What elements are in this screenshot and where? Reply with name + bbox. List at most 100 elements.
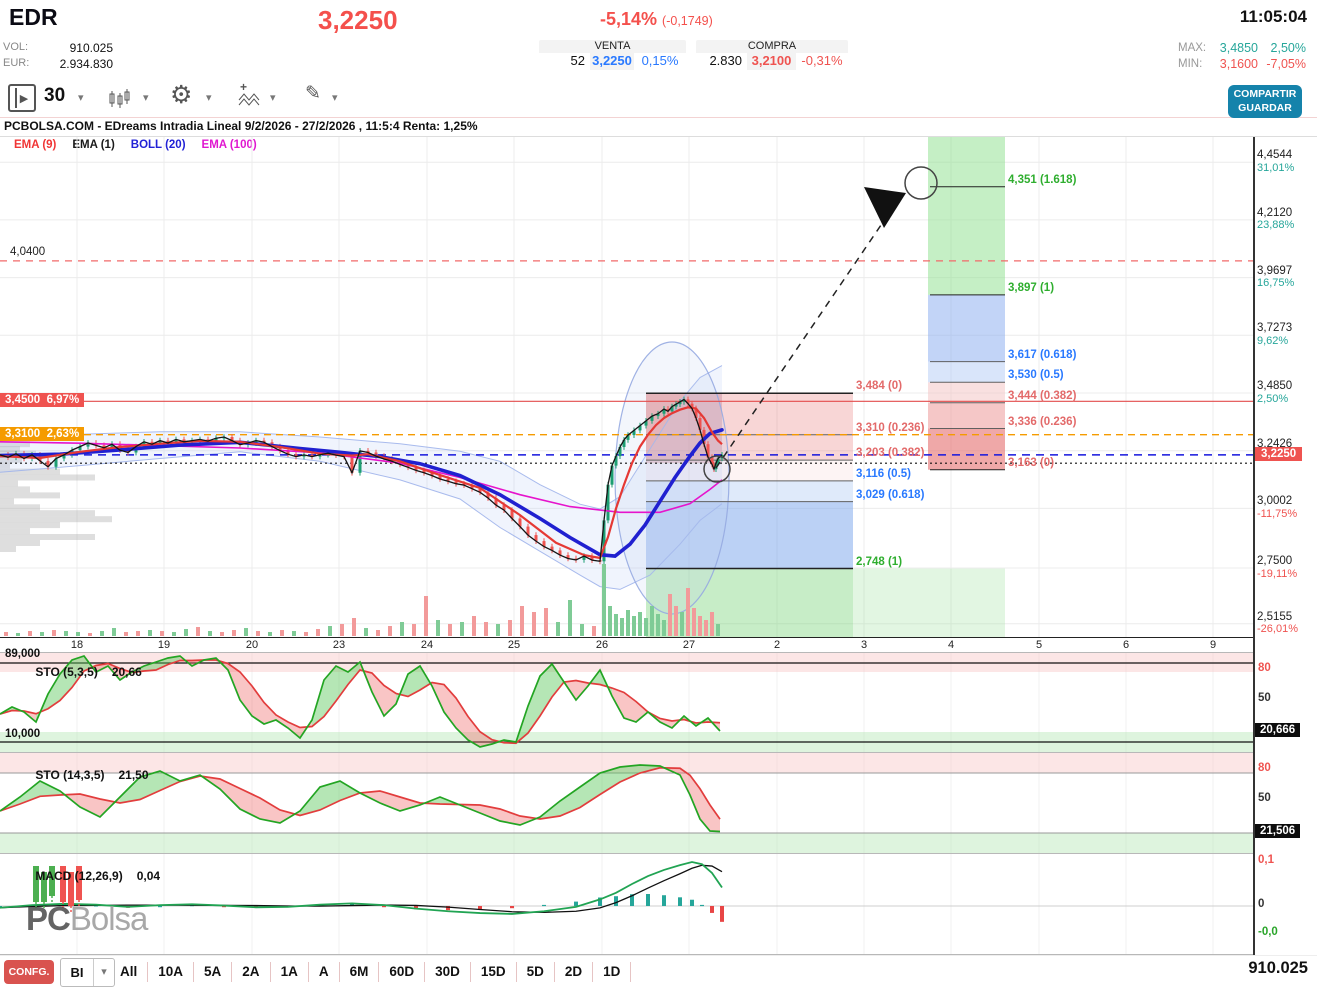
sto2-value: 21,50	[118, 768, 148, 782]
main-chart-canvas[interactable]	[0, 137, 1253, 637]
y-axis-label: 4,454431,01%	[1257, 149, 1294, 174]
compra-panel: COMPRA 2.830 3,2100 -0,31%	[696, 40, 848, 70]
macd-scale-high: 0,1	[1258, 854, 1274, 866]
min-row: MIN: 3,1600 -7,05%	[1178, 57, 1306, 71]
symbol-title: EDR	[9, 4, 58, 31]
last-price: 3,2250	[318, 5, 398, 36]
max-pct: 2,50%	[1258, 41, 1306, 55]
fib-level-label: 3,484 (0)	[856, 380, 902, 392]
clock: 11:05:04	[1233, 7, 1307, 27]
fib-extension-label: 4,351 (1.618)	[1008, 174, 1076, 186]
x-axis-tick: 20	[246, 639, 258, 651]
fib-extension-label: 3,530 (0.5)	[1008, 369, 1064, 381]
chevron-down-icon[interactable]: ▾	[332, 91, 338, 104]
sto2-scale-80: 80	[1258, 762, 1271, 774]
venta-panel: VENTA 52 3,2250 0,15%	[539, 40, 686, 70]
max-label: MAX:	[1178, 41, 1210, 55]
x-axis-tick: 23	[333, 639, 345, 651]
range-button-15d[interactable]: 15D	[471, 962, 517, 982]
x-axis	[0, 637, 1253, 653]
x-axis-tick: 26	[596, 639, 608, 651]
plus-icon: +	[240, 80, 247, 94]
chart-title: PCBOLSA.COM - EDreams Intradia Lineal 9/…	[4, 119, 478, 133]
macd-scale-zero: 0	[1258, 898, 1264, 910]
macd-title: MACD (12,26,9)0,04	[22, 855, 160, 897]
chevron-down-icon[interactable]: ▾	[270, 91, 276, 104]
x-axis-tick: 24	[421, 639, 433, 651]
y-axis-label: 4,212023,88%	[1257, 207, 1294, 232]
config-button[interactable]: CONFG.	[4, 960, 54, 984]
toolbar: ▶ 30 ▾ ▾ ⚙ ▾ + ▾ ✎ ▾	[0, 78, 1317, 118]
x-axis-tick: 5	[1036, 639, 1042, 651]
mode-value: BI	[61, 959, 93, 986]
fib-level-label: 3,116 (0.5)	[856, 468, 911, 480]
range-button-1a[interactable]: 1A	[271, 962, 309, 982]
total-volume: 910.025	[1222, 959, 1308, 978]
x-axis-tick: 27	[683, 639, 695, 651]
draw-pencil-icon[interactable]: ✎	[305, 82, 321, 105]
watermark-pc: PC	[26, 900, 70, 937]
candle-style-button[interactable]	[106, 82, 132, 110]
range-button-60d[interactable]: 60D	[379, 962, 425, 982]
x-axis-tick: 4	[948, 639, 954, 651]
chevron-down-icon[interactable]: ▾	[206, 91, 212, 104]
y-axis-label: 2,7500-19,11%	[1257, 555, 1297, 580]
indicator-panels-canvas[interactable]	[0, 652, 1253, 955]
price-alert-badge: 3,4500 6,97%	[0, 393, 84, 407]
interval-value[interactable]: 30	[44, 85, 65, 107]
range-button-2a[interactable]: 2A	[232, 962, 270, 982]
fib-level-label: 2,748 (1)	[856, 556, 902, 568]
fib-level-label: 3,203 (0.382)	[856, 447, 924, 459]
play-icon: ▶	[20, 92, 28, 105]
range-button-5a[interactable]: 5A	[194, 962, 232, 982]
save-label: GUARDAR	[1228, 101, 1302, 115]
share-save-button[interactable]: COMPARTIR GUARDAR	[1228, 85, 1302, 118]
range-button-6m[interactable]: 6M	[340, 962, 380, 982]
macd-scale-low: -0,0	[1258, 926, 1278, 938]
chevron-down-icon[interactable]: ▾	[78, 91, 84, 104]
mode-selector[interactable]: BI ▾	[60, 958, 115, 987]
share-label: COMPARTIR	[1228, 87, 1302, 101]
panel-toggle-button[interactable]: ▶	[8, 84, 36, 112]
min-value: 3,1600	[1210, 57, 1258, 71]
range-button-5d[interactable]: 5D	[517, 962, 555, 982]
sto1-scale-50: 50	[1258, 692, 1271, 704]
sto1-value-badge: 20,666	[1255, 723, 1300, 737]
chevron-down-icon[interactable]: ▾	[143, 91, 149, 104]
x-axis-tick: 18	[71, 639, 83, 651]
fib-level-label: 3,029 (0.618)	[856, 489, 924, 501]
range-button-1d[interactable]: 1D	[593, 962, 631, 982]
range-button-30d[interactable]: 30D	[425, 962, 471, 982]
y-axis-label: 3,0002-11,75%	[1257, 495, 1297, 520]
x-axis-tick: 6	[1123, 639, 1129, 651]
x-axis-tick: 19	[158, 639, 170, 651]
add-indicator-button[interactable]: +	[236, 82, 262, 110]
min-label: MIN:	[1178, 57, 1210, 71]
macd-name: MACD (12,26,9)	[35, 869, 122, 883]
eur-row: EUR: 2.934.830	[3, 57, 113, 71]
fib-extension-label: 3,897 (1)	[1008, 282, 1054, 294]
price-alert-badge: 3,3100 2,63%	[0, 427, 84, 441]
range-button-2d[interactable]: 2D	[555, 962, 593, 982]
y-axis-label: 2,5155-26,01%	[1257, 611, 1298, 636]
range-button-10a[interactable]: 10A	[148, 962, 194, 982]
venta-qty: 52	[539, 53, 590, 70]
range-button-a[interactable]: A	[309, 962, 340, 982]
y-axis-label: 3,969716,75%	[1257, 265, 1294, 290]
sto1-scale-80: 80	[1258, 662, 1271, 674]
compra-qty: 2.830	[696, 53, 747, 70]
sto1-lower-level: 10,000	[5, 728, 40, 740]
range-button-all[interactable]: All	[110, 962, 148, 982]
sto2-name: STO (14,3,5)	[35, 768, 104, 782]
fib-extension-label: 3,163 (0)	[1008, 457, 1054, 469]
pcbolsa-watermark: PCBolsa	[26, 900, 147, 938]
sto2-title: STO (14,3,5) 21,50	[22, 754, 149, 796]
sto1-value: 20,66	[112, 665, 142, 679]
gear-icon[interactable]: ⚙	[170, 80, 192, 110]
venta-price: 3,2250	[590, 53, 634, 70]
eur-value: 2.934.830	[33, 57, 113, 71]
price-change: -5,14%(-0,1749)	[600, 9, 713, 30]
range-buttons: All10A5A2A1AA6M60D30D15D5D2D1D	[110, 958, 631, 985]
x-axis-tick: 25	[508, 639, 520, 651]
watermark-bolsa: Bolsa	[70, 900, 148, 937]
